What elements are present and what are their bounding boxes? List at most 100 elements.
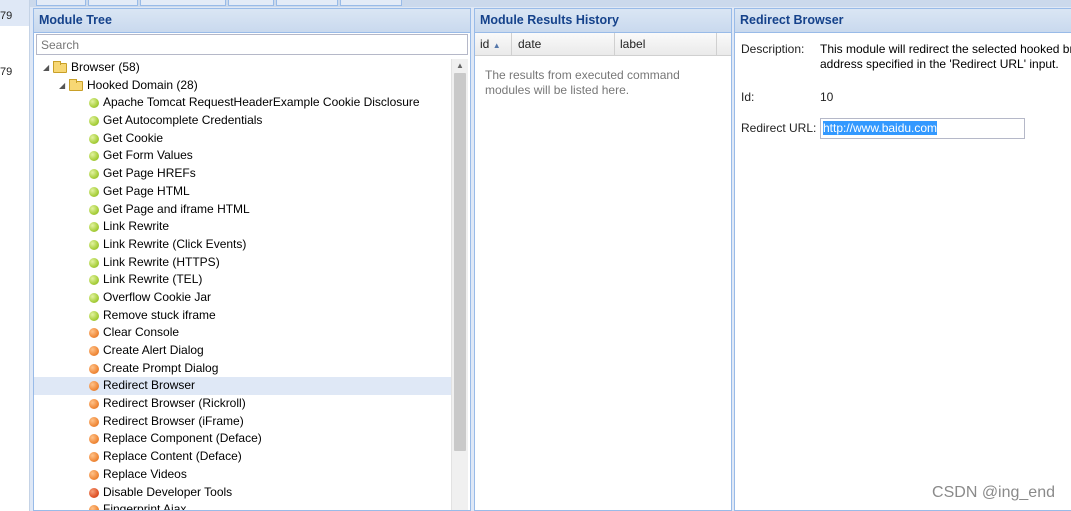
- tree-node-label: Replace Videos: [103, 466, 187, 481]
- folder-icon: [69, 78, 83, 91]
- column-header-date[interactable]: date: [513, 33, 615, 55]
- status-dot-icon: [89, 469, 99, 480]
- status-dot-icon: [89, 363, 99, 374]
- tree-module-node[interactable]: Remove stuck iframe: [34, 307, 452, 325]
- status-dot-icon: [89, 381, 99, 392]
- tree-node-label: Remove stuck iframe: [103, 307, 216, 322]
- tree-module-node[interactable]: Get Autocomplete Credentials: [34, 112, 452, 130]
- redirect-url-input[interactable]: http://www.baidu.com: [820, 118, 1025, 139]
- description-line: address specified in the 'Redirect URL' …: [820, 57, 1059, 71]
- sort-ascending-icon: ▲: [492, 41, 501, 50]
- module-results-title: Module Results History: [475, 9, 731, 33]
- tree-folder-node[interactable]: ◢ Browser (58): [34, 59, 452, 77]
- session-list-strip: 79 79: [0, 0, 30, 511]
- tree-node-label: Link Rewrite (HTTPS): [103, 254, 220, 269]
- tree-node-label: Get Form Values: [103, 148, 193, 163]
- status-dot-icon: [89, 416, 99, 427]
- tree-node-label: Redirect Browser (iFrame): [103, 413, 244, 428]
- tree-module-node[interactable]: Redirect Browser (Rickroll): [34, 395, 452, 413]
- status-dot-icon: [89, 487, 99, 498]
- status-dot-icon: [89, 186, 99, 197]
- tab[interactable]: [36, 0, 86, 6]
- status-dot-icon: [89, 133, 99, 144]
- column-label: date: [518, 37, 542, 51]
- tab[interactable]: [140, 0, 226, 6]
- tree-module-node[interactable]: Create Prompt Dialog: [34, 360, 452, 378]
- id-label: Id:: [741, 90, 755, 104]
- tree-module-node[interactable]: Replace Videos: [34, 466, 452, 484]
- tree-node-label: Link Rewrite (Click Events): [103, 236, 247, 251]
- tree-node-label: Hooked Domain (28): [87, 77, 198, 92]
- module-detail-panel: Redirect Browser Description: This modul…: [734, 8, 1071, 511]
- column-header-label[interactable]: label: [615, 33, 717, 55]
- column-label: label: [620, 37, 646, 51]
- tree-node-label: Create Alert Dialog: [103, 343, 204, 357]
- tree-module-node[interactable]: Get Page HTML: [34, 183, 452, 201]
- module-tree: ◢ Browser (58) ◢ Hooked Domain (28) Apache T…: [34, 59, 452, 510]
- session-row-label[interactable]: 79: [0, 66, 12, 78]
- status-dot-icon: [89, 239, 99, 250]
- redirect-url-label: Redirect URL:: [741, 121, 817, 135]
- tree-module-node[interactable]: Clear Console: [34, 324, 452, 342]
- tree-module-node[interactable]: Link Rewrite (TEL): [34, 271, 452, 289]
- tree-module-node[interactable]: Link Rewrite (HTTPS): [34, 254, 452, 272]
- tree-node-label: Link Rewrite: [103, 219, 170, 234]
- tree-module-node[interactable]: Replace Content (Deface): [34, 448, 452, 466]
- status-dot-icon: [89, 151, 99, 162]
- expand-arrow-icon[interactable]: ◢: [59, 77, 67, 95]
- status-dot-icon: [89, 399, 99, 410]
- tab[interactable]: [88, 0, 138, 6]
- tree-node-label: Redirect Browser: [103, 378, 196, 393]
- tree-node-label: Get Cookie: [103, 130, 164, 145]
- tree-module-node[interactable]: Redirect Browser: [34, 377, 452, 396]
- tree-module-node[interactable]: Apache Tomcat RequestHeaderExample Cooki…: [34, 94, 452, 112]
- tree-node-label: Overflow Cookie Jar: [103, 289, 212, 304]
- tree-module-node[interactable]: Get Form Values: [34, 147, 452, 165]
- watermark: CSDN @ing_end: [932, 484, 1055, 501]
- tree-node-label: Browser (58): [71, 60, 140, 74]
- tree-scrollbar[interactable]: ▲: [451, 59, 468, 510]
- tree-module-node[interactable]: Get Cookie: [34, 130, 452, 148]
- search-input[interactable]: [36, 34, 468, 55]
- status-dot-icon: [89, 505, 99, 510]
- tree-module-node[interactable]: Link Rewrite: [34, 218, 452, 236]
- tab[interactable]: [228, 0, 274, 6]
- id-value: 10: [820, 90, 834, 104]
- status-dot-icon: [89, 222, 99, 233]
- tree-module-node[interactable]: Create Alert Dialog: [34, 342, 452, 360]
- tab[interactable]: [340, 0, 402, 6]
- tree-module-node[interactable]: Redirect Browser (iFrame): [34, 413, 452, 431]
- status-dot-icon: [89, 346, 99, 356]
- tree-module-node[interactable]: Get Page and iframe HTML: [34, 201, 452, 219]
- tree-node-label: Link Rewrite (TEL): [103, 272, 203, 287]
- tree-node-label: Redirect Browser (Rickroll): [103, 396, 246, 411]
- status-dot-icon: [89, 98, 99, 109]
- status-dot-icon: [89, 169, 99, 180]
- tree-module-node[interactable]: Link Rewrite (Click Events): [34, 236, 452, 254]
- scroll-thumb[interactable]: [454, 73, 466, 451]
- status-dot-icon: [89, 452, 99, 463]
- tree-module-node[interactable]: Fingerprint Ajax: [34, 501, 452, 510]
- status-dot-icon: [89, 310, 99, 321]
- status-dot-icon: [89, 257, 99, 268]
- tree-node-label: Get Autocomplete Credentials: [103, 113, 263, 128]
- session-row-label[interactable]: 79: [0, 10, 12, 22]
- expand-arrow-icon[interactable]: ◢: [43, 59, 51, 77]
- search-box: [36, 34, 468, 57]
- tree-node-label: Get Page HTML: [103, 183, 190, 198]
- description-label: Description:: [741, 42, 805, 56]
- status-dot-icon: [89, 328, 99, 339]
- tree-module-node[interactable]: Overflow Cookie Jar: [34, 289, 452, 307]
- tree-module-node[interactable]: Disable Developer Tools: [34, 484, 452, 502]
- tree-node-label: Create Prompt Dialog: [103, 360, 219, 375]
- column-header-id[interactable]: id ▲: [475, 33, 512, 55]
- tree-node-label: Clear Console: [103, 325, 180, 340]
- tree-module-node[interactable]: Get Page HREFs: [34, 165, 452, 183]
- tree-node-label: Replace Component (Deface): [103, 431, 262, 446]
- scroll-up-arrow-icon[interactable]: ▲: [456, 61, 464, 70]
- tree-module-node[interactable]: Replace Component (Deface): [34, 430, 452, 448]
- redirect-url-value[interactable]: http://www.baidu.com: [823, 121, 938, 135]
- tab[interactable]: [276, 0, 338, 6]
- status-dot-icon: [89, 434, 99, 445]
- tree-folder-node[interactable]: ◢ Hooked Domain (28): [34, 77, 452, 95]
